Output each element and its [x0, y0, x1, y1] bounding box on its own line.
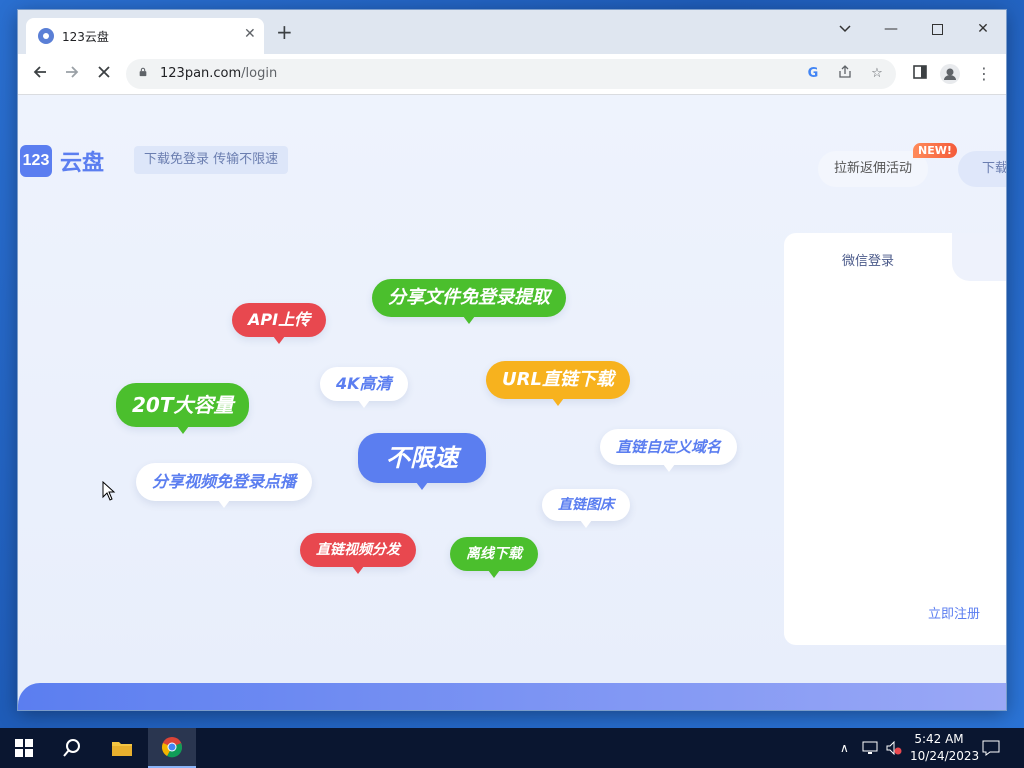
- feature-bubble: 20T大容量: [116, 383, 250, 434]
- site-logo[interactable]: 123 云盘: [20, 145, 104, 177]
- share-icon[interactable]: [836, 65, 854, 83]
- minimize-button[interactable]: —: [868, 14, 914, 44]
- address-bar[interactable]: 123pan.com/login G ☆: [126, 59, 896, 89]
- feature-bubble: 不限速: [358, 433, 486, 490]
- browser-toolbar: 123pan.com/login G ☆ ⋮: [18, 54, 1006, 95]
- logo-badge: 123: [20, 145, 52, 177]
- url-text: 123pan.com/login: [160, 66, 278, 81]
- google-translate-icon[interactable]: G: [804, 65, 822, 83]
- stop-loading-icon[interactable]: [94, 64, 114, 84]
- side-panel-icon[interactable]: [910, 64, 930, 84]
- feature-bubble: 分享视频免登录点播: [136, 463, 313, 508]
- chrome-icon: [162, 737, 182, 758]
- footer-banner: [18, 683, 1006, 710]
- logo-text: 云盘: [60, 151, 105, 176]
- login-tab-alt[interactable]: [952, 233, 1006, 281]
- tab-title: 123云盘: [62, 30, 109, 44]
- mouse-pointer-icon: [102, 481, 116, 501]
- feature-bubble: 4K高清: [320, 367, 408, 408]
- close-window-button[interactable]: ✕: [960, 14, 1006, 44]
- slogan-tag: 下载免登录 传输不限速: [134, 146, 289, 174]
- promo-button[interactable]: 拉新返佣活动: [818, 151, 929, 187]
- new-badge: NEW!: [913, 143, 957, 158]
- feature-bubble: 直链自定义域名: [600, 429, 738, 472]
- chrome-taskbar-button[interactable]: [148, 728, 196, 768]
- browser-window: 123云盘 ✕ + — ✕ 123pan.com/login G ☆ ⋮ 123…: [18, 10, 1006, 710]
- windows-logo-icon: [15, 739, 33, 757]
- windows-taskbar: ∧ 5:42 AM 10/24/2023: [0, 728, 1024, 768]
- feature-bubble: URL直链下载: [486, 361, 630, 406]
- volume-muted-icon[interactable]: [886, 728, 902, 768]
- profile-avatar-icon[interactable]: [940, 64, 960, 84]
- folder-icon: [112, 742, 132, 756]
- tab-strip: 123云盘 ✕ + — ✕: [18, 10, 1006, 54]
- maximize-button[interactable]: [914, 14, 960, 44]
- tab-wechat-login[interactable]: 微信登录: [842, 250, 894, 269]
- browser-tab[interactable]: 123云盘 ✕: [26, 18, 264, 54]
- feature-bubble: 离线下载: [450, 537, 538, 578]
- feature-bubble: API上传: [232, 303, 327, 344]
- tab-search-chevron-icon[interactable]: [822, 14, 868, 44]
- tray-chevron-icon[interactable]: ∧: [840, 728, 849, 768]
- feature-bubble: 直链图床: [542, 489, 630, 528]
- login-card: 微信登录 立即注册: [784, 233, 1006, 645]
- menu-kebab-icon[interactable]: ⋮: [974, 64, 994, 84]
- search-button[interactable]: [48, 728, 96, 768]
- site-favicon-icon: [38, 28, 54, 44]
- register-link[interactable]: 立即注册: [928, 603, 980, 622]
- clock-time: 5:42 AM: [914, 732, 964, 746]
- feature-bubble: 直链视频分发: [300, 533, 416, 574]
- new-tab-button[interactable]: +: [276, 22, 293, 42]
- bookmark-star-icon[interactable]: ☆: [868, 65, 886, 83]
- feature-bubble: 分享文件免登录提取: [372, 279, 566, 324]
- clock-date: 10/24/2023: [910, 749, 980, 763]
- forward-arrow-icon[interactable]: [62, 64, 82, 84]
- search-icon: [63, 739, 80, 757]
- page-content: 123 云盘 下载免登录 传输不限速 拉新返佣活动 NEW! 下载 分享文件免登…: [18, 95, 1006, 710]
- notification-icon[interactable]: [982, 728, 1000, 768]
- tab-close-icon[interactable]: ✕: [244, 26, 256, 42]
- network-icon[interactable]: [862, 728, 878, 768]
- lock-icon: [139, 67, 147, 77]
- system-clock[interactable]: 5:42 AM 10/24/2023: [910, 731, 980, 765]
- download-button[interactable]: 下载: [958, 151, 1006, 187]
- file-explorer-button[interactable]: [98, 728, 146, 768]
- back-arrow-icon[interactable]: [30, 64, 50, 84]
- start-button[interactable]: [0, 728, 48, 768]
